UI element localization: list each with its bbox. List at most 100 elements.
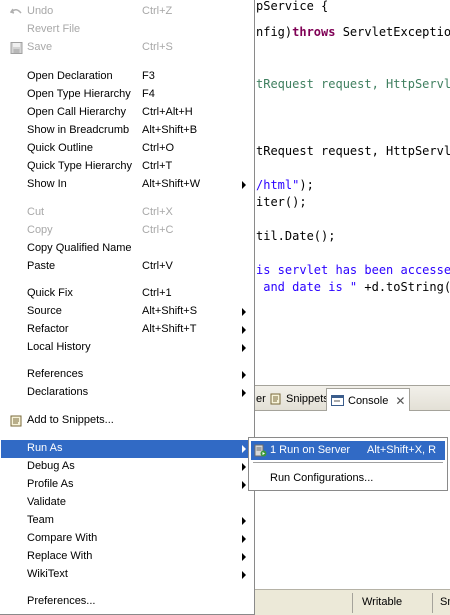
menu-item-label: Validate: [27, 496, 66, 508]
menu-item-revert-file[interactable]: Revert File: [1, 21, 253, 39]
menu-item-shortcut: Alt+Shift+W: [142, 178, 201, 190]
menu-item-validate[interactable]: Validate: [1, 494, 253, 512]
code-line: /html");: [256, 177, 314, 193]
menu-item-refactor[interactable]: Refactor Alt+Shift+T: [1, 321, 253, 339]
code-line: tRequest request, HttpServle: [256, 143, 450, 159]
menu-item-run-configurations[interactable]: Run Configurations...: [251, 469, 445, 488]
menu-item-label: Quick Type Hierarchy: [27, 160, 132, 172]
menu-item-open-declaration[interactable]: Open Declaration F3: [1, 68, 253, 86]
menu-item-shortcut: Ctrl+X: [142, 206, 173, 218]
menu-item-shortcut: Alt+Shift+S: [142, 305, 198, 317]
submenu-arrow-icon: [242, 481, 246, 489]
submenu-arrow-icon: [242, 326, 246, 334]
menu-item-label: Profile As: [27, 478, 74, 490]
code-text: pService {: [256, 0, 329, 13]
code-line: pService {: [256, 0, 328, 14]
menu-item-label: Run As: [27, 442, 63, 454]
menu-item-profile-as[interactable]: Profile As: [1, 476, 253, 494]
menu-item-open-call-hierarchy[interactable]: Open Call Hierarchy Ctrl+Alt+H: [1, 104, 253, 122]
code-line: iter();: [256, 194, 307, 210]
menu-item-shortcut: Ctrl+Z: [142, 5, 173, 17]
menu-separator: [8, 199, 250, 200]
submenu-arrow-icon: [242, 344, 246, 352]
menu-item-preferences[interactable]: Preferences...: [1, 593, 253, 611]
menu-item-label: Run Configurations...: [270, 472, 374, 484]
menu-item-copy-qualified-name[interactable]: Copy Qualified Name: [1, 240, 253, 258]
status-writable: Writable: [362, 596, 403, 608]
code-text: til.Date();: [256, 229, 336, 243]
menu-item-run-on-server[interactable]: 1 Run on Server Alt+Shift+X, R: [251, 441, 445, 460]
menu-item-add-to-snippets[interactable]: Add to Snippets...: [1, 412, 253, 430]
menu-item-label: Paste: [27, 260, 56, 272]
menu-item-shortcut: F4: [142, 88, 155, 100]
menu-item-label: Add to Snippets...: [27, 414, 114, 426]
menu-item-label: Copy: [27, 224, 53, 236]
submenu-arrow-icon: [242, 517, 246, 525]
menu-item-label: Show in Breadcrumb: [27, 124, 130, 136]
server-run-icon: [254, 444, 267, 457]
menu-separator: [8, 280, 250, 281]
menu-item-cut[interactable]: Cut Ctrl+X: [1, 204, 253, 222]
menu-item-label: Save: [27, 41, 53, 53]
menu-item-label: Compare With: [27, 532, 98, 544]
menu-item-team[interactable]: Team: [1, 512, 253, 530]
menu-item-label: Team: [27, 514, 54, 526]
menu-separator: [8, 406, 250, 407]
submenu-arrow-icon: [242, 308, 246, 316]
menu-item-label: Show In: [27, 178, 67, 190]
code-text: ServletExceptio: [335, 25, 450, 39]
menu-item-undo[interactable]: Undo Ctrl+Z: [1, 3, 253, 21]
code-text: tRequest request, HttpServle: [256, 144, 450, 158]
close-icon[interactable]: ✕: [395, 394, 405, 408]
menu-item-declarations[interactable]: Declarations: [1, 384, 253, 402]
menu-item-save[interactable]: Save Ctrl+S: [1, 39, 253, 57]
code-text: );: [299, 178, 314, 192]
status-partial: Sm: [440, 596, 450, 608]
menu-item-compare-with[interactable]: Compare With: [1, 530, 253, 548]
menu-item-shortcut: Alt+Shift+B: [142, 124, 198, 136]
menu-item-open-type-hierarchy[interactable]: Open Type Hierarchy F4: [1, 86, 253, 104]
menu-item-debug-as[interactable]: Debug As: [1, 458, 253, 476]
menu-item-copy[interactable]: Copy Ctrl+C: [1, 222, 253, 240]
menu-item-references[interactable]: References: [1, 366, 253, 384]
submenu-arrow-icon: [242, 463, 246, 471]
menu-item-shortcut: Ctrl+S: [142, 41, 173, 53]
menu-item-label: Open Declaration: [27, 70, 113, 82]
menu-item-shortcut: Ctrl+O: [142, 142, 175, 154]
menu-item-label: 1 Run on Server: [270, 444, 351, 456]
menu-item-label: Undo: [27, 5, 54, 17]
menu-item-shortcut: Alt+Shift+X, R: [367, 444, 437, 456]
menu-item-quick-fix[interactable]: Quick Fix Ctrl+1: [1, 285, 253, 303]
menu-separator: [8, 433, 250, 434]
menu-item-quick-type-hierarchy[interactable]: Quick Type Hierarchy Ctrl+T: [1, 158, 253, 176]
undo-icon: [10, 8, 22, 14]
menu-item-label: Declarations: [27, 386, 89, 398]
menu-item-replace-with[interactable]: Replace With: [1, 548, 253, 566]
menu-item-paste[interactable]: Paste Ctrl+V: [1, 258, 253, 276]
menu-item-label: Open Type Hierarchy: [27, 88, 131, 100]
menu-item-label: Quick Fix: [27, 287, 73, 299]
menu-item-label: Revert File: [27, 23, 81, 35]
menu-item-run-as[interactable]: Run As: [1, 440, 253, 458]
code-comment: tRequest request, HttpServle: [256, 77, 450, 91]
tab-snippets[interactable]: Snippets: [266, 388, 333, 410]
menu-item-quick-outline[interactable]: Quick Outline Ctrl+O: [1, 140, 253, 158]
menu-item-show-in[interactable]: Show In Alt+Shift+W: [1, 176, 253, 194]
code-line: til.Date();: [256, 228, 335, 244]
menu-item-shortcut: Ctrl+Alt+H: [142, 106, 193, 118]
submenu-arrow-icon: [242, 181, 246, 189]
tab-snippets-label: Snippets: [286, 393, 329, 405]
menu-item-wikitext[interactable]: WikiText: [1, 566, 253, 584]
menu-item-shortcut: F3: [142, 70, 155, 82]
tab-console[interactable]: Console ✕: [326, 388, 411, 412]
menu-item-show-in-breadcrumb[interactable]: Show in Breadcrumb Alt+Shift+B: [1, 122, 253, 140]
menu-item-shortcut: Ctrl+T: [142, 160, 173, 172]
menu-item-label: References: [27, 368, 84, 380]
code-keyword: throws: [292, 25, 336, 39]
code-line: is servlet has been accessed: [256, 262, 450, 278]
snippets-icon: [270, 393, 281, 405]
menu-item-local-history[interactable]: Local History: [1, 339, 253, 357]
code-line: and date is " +d.toString(): [256, 279, 450, 295]
menu-item-label: Source: [27, 305, 62, 317]
menu-item-source[interactable]: Source Alt+Shift+S: [1, 303, 253, 321]
